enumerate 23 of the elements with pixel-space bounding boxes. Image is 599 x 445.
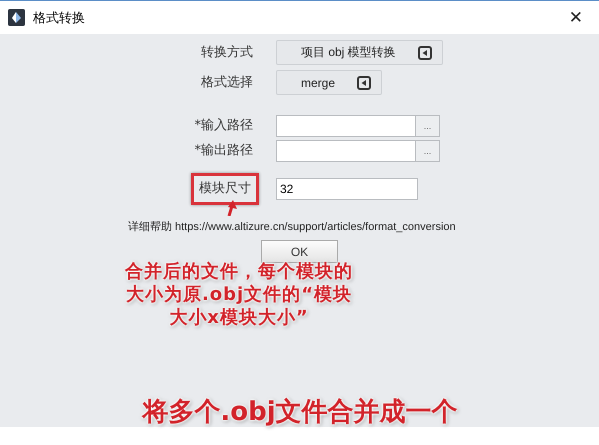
close-button[interactable]: ✕ (562, 8, 589, 28)
annotation-text: 合并后的文件，每个模块的大小为原.obj文件的“模块大小x模块大小” (124, 260, 354, 329)
caption-text: 将多个.obj文件合并成一个 (140, 396, 459, 429)
ok-button[interactable]: OK (261, 240, 338, 263)
help-label: 详细帮助 (128, 221, 172, 234)
window-title: 格式转换 (33, 10, 86, 26)
annotation-arrow (226, 200, 238, 216)
help-link[interactable]: https://www.altizure.cn/support/articles/format_conversion (175, 221, 456, 234)
browse-button[interactable]: ... (416, 140, 440, 162)
field-label: *输入路径 (194, 117, 254, 135)
field-label: *输出路径 (194, 142, 254, 160)
dropdown[interactable]: 项目 obj 模型转换 (276, 40, 443, 65)
path-field[interactable] (276, 115, 416, 137)
size-field[interactable]: 32 (276, 178, 418, 200)
highlighted-label: 模块尺寸 (191, 173, 259, 205)
caret-icon (418, 46, 432, 60)
path-field[interactable] (276, 140, 416, 162)
field-label: 转换方式 (200, 44, 254, 62)
dropdown[interactable]: merge (276, 70, 382, 95)
app-icon (8, 9, 25, 26)
field-label: 格式选择 (200, 74, 254, 92)
browse-button[interactable]: ... (416, 115, 440, 137)
caret-icon (357, 76, 372, 90)
